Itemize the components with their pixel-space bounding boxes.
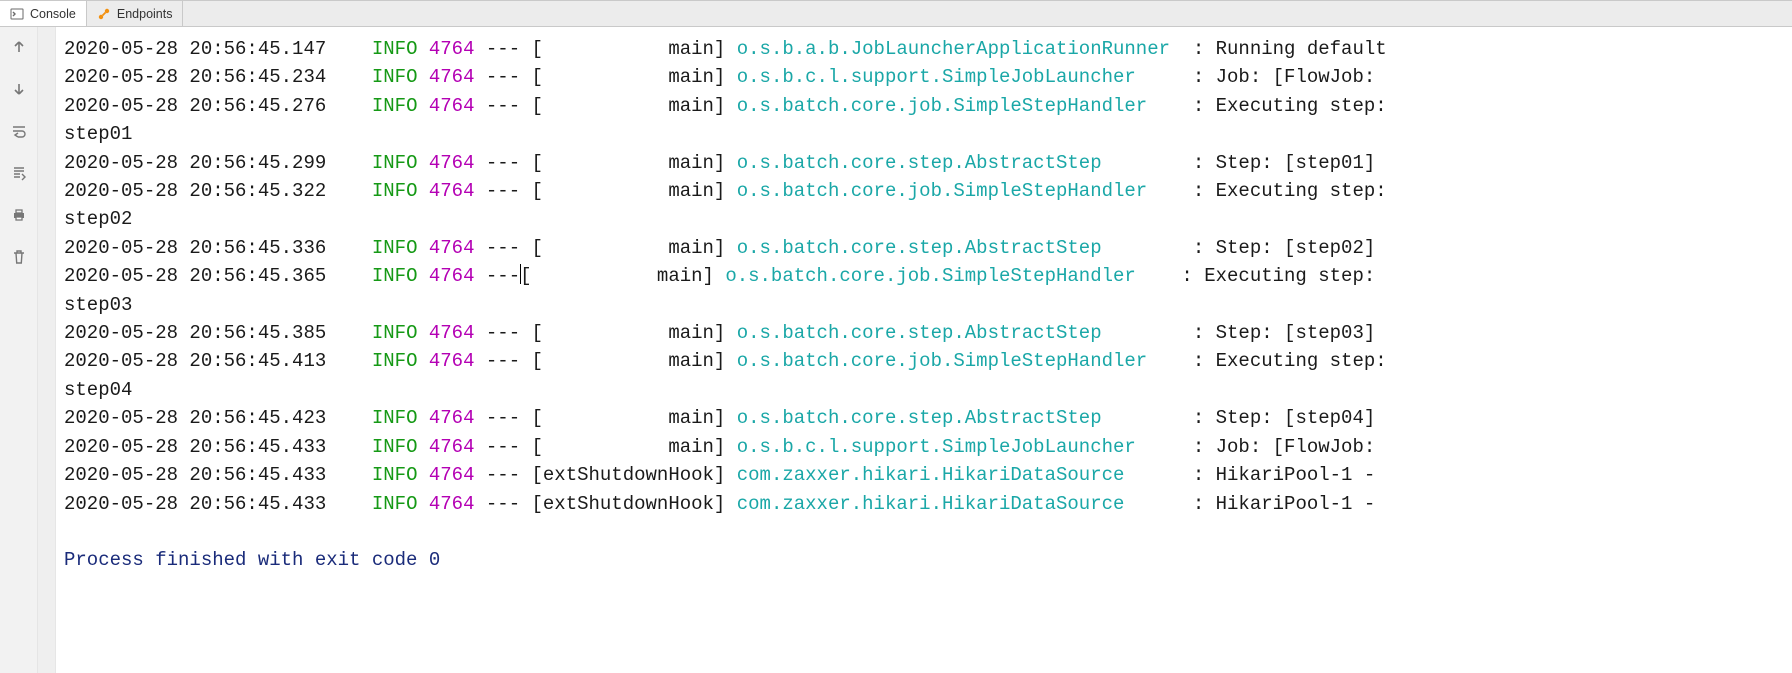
- scroll-down-button[interactable]: [8, 79, 30, 99]
- print-button[interactable]: [8, 205, 30, 225]
- console-output-panel: 2020-05-28 20:56:45.147 INFO 4764 --- [ …: [38, 27, 1792, 673]
- endpoints-icon: [97, 7, 111, 21]
- soft-wrap-button[interactable]: [8, 121, 30, 141]
- scroll-up-button[interactable]: [8, 37, 30, 57]
- clear-all-button[interactable]: [8, 247, 30, 267]
- console-scroll-gutter[interactable]: [38, 27, 56, 673]
- console-icon: [10, 7, 24, 21]
- tab-endpoints[interactable]: Endpoints: [87, 1, 184, 26]
- tab-endpoints-label: Endpoints: [117, 7, 173, 21]
- console-output[interactable]: 2020-05-28 20:56:45.147 INFO 4764 --- [ …: [60, 27, 1792, 673]
- console-tool-sidebar: [0, 27, 38, 673]
- tool-window-tabs: Console Endpoints: [0, 1, 1792, 27]
- scroll-to-end-button[interactable]: [8, 163, 30, 183]
- tab-console[interactable]: Console: [0, 1, 87, 26]
- tab-console-label: Console: [30, 7, 76, 21]
